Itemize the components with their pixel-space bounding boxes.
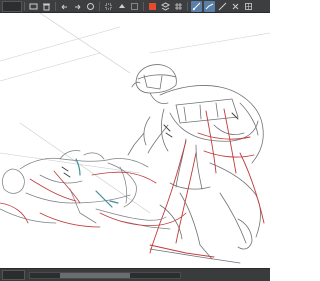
color-swatch-icon[interactable] xyxy=(147,1,158,12)
clear-icon[interactable] xyxy=(85,1,96,12)
snap-ruler-icon[interactable] xyxy=(191,0,202,12)
select-icon[interactable] xyxy=(129,1,140,12)
snap-special-icon[interactable] xyxy=(204,0,215,12)
toolbar-separator xyxy=(24,1,25,11)
grid-toggle-icon[interactable] xyxy=(243,1,254,12)
lying-figure-sketch xyxy=(0,150,171,230)
toolbar-separator xyxy=(187,1,188,11)
status-bar xyxy=(0,268,270,281)
snap-grid-icon[interactable] xyxy=(217,1,228,12)
lying-figure-red-guides xyxy=(0,170,187,228)
sketch-artwork xyxy=(0,12,271,264)
soldier-head-sketch xyxy=(131,64,177,104)
zoom-readout[interactable] xyxy=(2,270,25,280)
grid-icon[interactable] xyxy=(173,1,184,12)
soldier-legs-sketch xyxy=(149,162,261,264)
toolbar-separator xyxy=(99,1,100,11)
soldier-arm-sketch xyxy=(127,116,211,190)
navigator-icon[interactable] xyxy=(28,1,39,12)
toolbar-separator xyxy=(143,1,144,11)
zoom-field[interactable] xyxy=(2,0,22,12)
transform-icon[interactable] xyxy=(103,1,114,12)
redo-icon[interactable] xyxy=(72,1,83,12)
dark-hatching xyxy=(61,112,239,178)
toolbar-separator xyxy=(55,1,56,11)
drawing-canvas[interactable] xyxy=(0,12,271,268)
scrollbar-thumb[interactable] xyxy=(60,272,130,278)
trash-icon[interactable] xyxy=(41,1,52,12)
fill-icon[interactable] xyxy=(116,1,127,12)
undo-icon[interactable] xyxy=(59,1,70,12)
soldier-red-guides xyxy=(149,108,265,258)
settings-icon[interactable] xyxy=(230,1,241,12)
soldier-torso-sketch xyxy=(159,85,264,164)
layer-icon[interactable] xyxy=(160,1,171,12)
horizontal-scrollbar[interactable] xyxy=(29,271,181,279)
top-toolbar xyxy=(0,0,270,13)
